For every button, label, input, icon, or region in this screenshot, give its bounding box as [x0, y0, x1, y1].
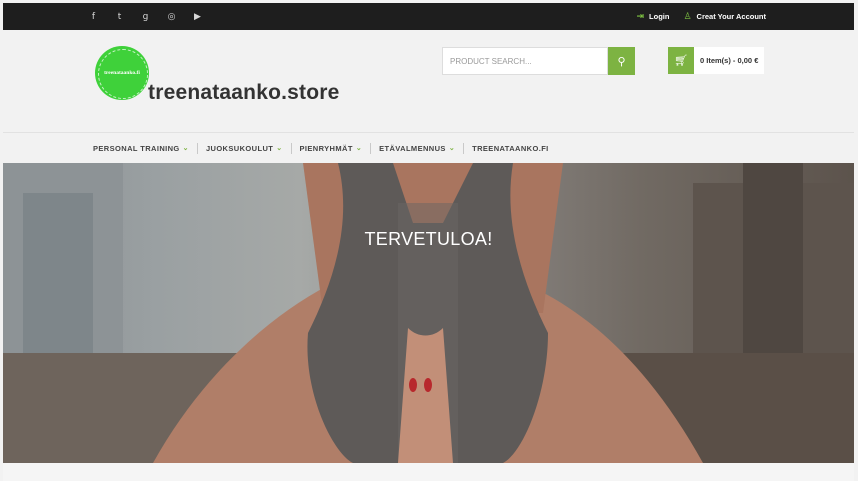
chevron-down-icon: ⌄: [276, 145, 283, 152]
search-icon: ⚲: [617, 54, 626, 68]
site-header: treenataanko.fi treenataanko.store ⚲ 🛒︎ …: [3, 30, 854, 132]
chevron-down-icon: ⌄: [355, 145, 363, 152]
social-links: f t g ◎ ▶: [87, 3, 204, 30]
login-icon: ⇥: [636, 11, 645, 22]
nav-item-label: PERSONAL TRAINING: [93, 143, 180, 153]
nav-divider: [370, 142, 372, 154]
user-icon: ♙: [683, 11, 692, 22]
cart-widget[interactable]: 🛒︎ 0 Item(s) - 0,00 €: [668, 47, 765, 74]
cart-summary[interactable]: 0 Item(s) - 0,00 €: [694, 47, 765, 74]
nav-divider: [196, 142, 198, 154]
create-account-link[interactable]: ♙ Creat Your Account: [683, 12, 766, 22]
search-button[interactable]: ⚲: [608, 47, 635, 75]
nav-item-personal-training[interactable]: PERSONAL TRAINING ⌄: [93, 144, 189, 153]
hero-title: TERVETULOA!: [364, 229, 493, 249]
hero-image: [3, 163, 854, 463]
page-frame: f t g ◎ ▶ ⇥ Login ♙ Creat Your Account t…: [0, 0, 858, 481]
nav-item-juoksukoulut[interactable]: JUOKSUKOULUT ⌄: [206, 144, 283, 153]
nav-item-label: TREENATAANKO.FI: [472, 143, 549, 153]
login-label: Login: [649, 12, 670, 21]
youtube-icon[interactable]: ▶: [191, 12, 204, 22]
site-title[interactable]: treenataanko.store: [148, 81, 340, 105]
login-link[interactable]: ⇥ Login: [636, 12, 669, 22]
hero-banner: TERVETULOA!: [3, 163, 854, 463]
content-strip: [3, 463, 854, 481]
logo-text: treenataanko.fi: [104, 70, 140, 76]
site-logo[interactable]: treenataanko.fi: [95, 46, 149, 100]
chevron-down-icon: ⌄: [182, 145, 189, 152]
search-input[interactable]: [442, 47, 608, 75]
facebook-icon[interactable]: f: [87, 12, 100, 22]
product-search: ⚲: [442, 47, 635, 75]
main-nav: PERSONAL TRAINING ⌄ JUOKSUKOULUT ⌄ PIENR…: [3, 132, 854, 163]
nav-divider: [463, 142, 465, 154]
create-account-label: Creat Your Account: [696, 12, 766, 21]
nav-item-label: PIENRYHMÄT: [299, 143, 353, 153]
cart-icon[interactable]: 🛒︎: [668, 47, 694, 74]
instagram-icon[interactable]: ◎: [165, 12, 178, 22]
nav-item-label: ETÄVALMENNUS: [379, 143, 446, 153]
nav-item-label: JUOKSUKOULUT: [205, 143, 274, 153]
nav-item-pienryhmat[interactable]: PIENRYHMÄT ⌄: [300, 144, 363, 153]
nav-divider: [290, 142, 292, 154]
chevron-down-icon: ⌄: [448, 145, 456, 152]
google-plus-icon[interactable]: g: [139, 12, 152, 22]
top-bar: f t g ◎ ▶ ⇥ Login ♙ Creat Your Account: [3, 3, 854, 30]
nav-item-etavalmennus[interactable]: ETÄVALMENNUS ⌄: [379, 144, 455, 153]
nav-item-treenataanko-fi[interactable]: TREENATAANKO.FI: [472, 144, 549, 153]
account-links: ⇥ Login ♙ Creat Your Account: [636, 3, 766, 30]
twitter-icon[interactable]: t: [113, 12, 126, 22]
